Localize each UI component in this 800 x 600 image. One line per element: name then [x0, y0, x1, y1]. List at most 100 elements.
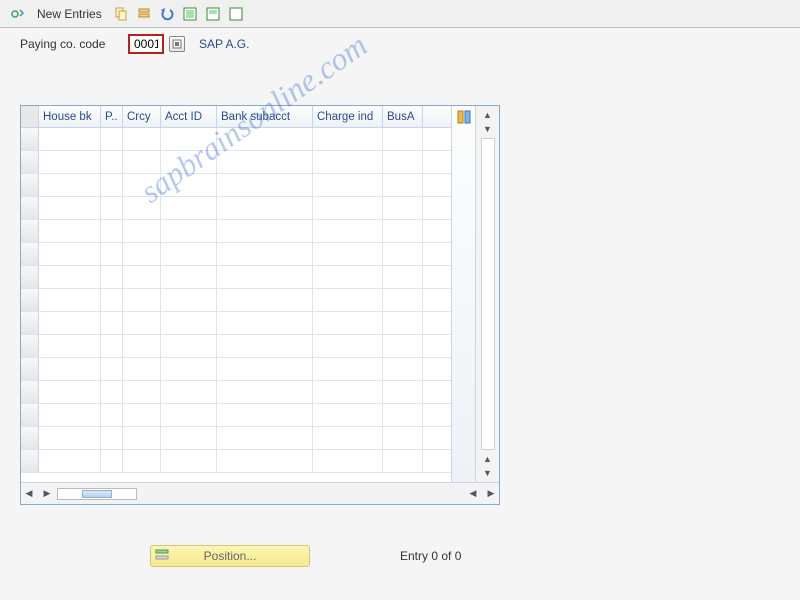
column-bank-subacct[interactable]: Bank subacct — [217, 106, 313, 127]
table-cell[interactable] — [161, 243, 217, 265]
table-cell[interactable] — [217, 289, 313, 311]
table-cell[interactable] — [383, 335, 423, 357]
table-cell[interactable] — [21, 266, 39, 288]
table-cell[interactable] — [313, 312, 383, 334]
table-cell[interactable] — [21, 335, 39, 357]
table-row[interactable] — [21, 381, 451, 404]
table-cell[interactable] — [101, 197, 123, 219]
scroll-down-step-icon[interactable]: ▼ — [480, 122, 496, 136]
table-cell[interactable] — [313, 381, 383, 403]
table-cell[interactable] — [39, 381, 101, 403]
table-cell[interactable] — [21, 404, 39, 426]
search-help-icon[interactable] — [169, 36, 185, 52]
table-cell[interactable] — [313, 243, 383, 265]
table-row[interactable] — [21, 312, 451, 335]
table-cell[interactable] — [313, 197, 383, 219]
table-row[interactable] — [21, 243, 451, 266]
table-cell[interactable] — [217, 427, 313, 449]
table-cell[interactable] — [39, 289, 101, 311]
table-cell[interactable] — [39, 450, 101, 472]
table-cell[interactable] — [39, 266, 101, 288]
column-p[interactable]: P.. — [101, 106, 123, 127]
table-cell[interactable] — [313, 358, 383, 380]
table-cell[interactable] — [383, 266, 423, 288]
table-cell[interactable] — [123, 450, 161, 472]
table-cell[interactable] — [21, 174, 39, 196]
table-cell[interactable] — [39, 174, 101, 196]
table-cell[interactable] — [123, 335, 161, 357]
table-cell[interactable] — [123, 266, 161, 288]
scroll-left-end-icon[interactable]: ◀ — [465, 487, 481, 501]
table-cell[interactable] — [313, 220, 383, 242]
table-cell[interactable] — [21, 381, 39, 403]
table-settings-icon[interactable] — [455, 108, 473, 126]
table-cell[interactable] — [383, 381, 423, 403]
table-cell[interactable] — [39, 243, 101, 265]
table-cell[interactable] — [383, 220, 423, 242]
table-cell[interactable] — [123, 312, 161, 334]
table-cell[interactable] — [383, 151, 423, 173]
vscroll-track[interactable] — [481, 138, 495, 450]
table-cell[interactable] — [161, 174, 217, 196]
table-cell[interactable] — [161, 358, 217, 380]
table-cell[interactable] — [101, 427, 123, 449]
table-cell[interactable] — [39, 427, 101, 449]
table-cell[interactable] — [39, 220, 101, 242]
table-cell[interactable] — [101, 312, 123, 334]
deselect-all-icon[interactable] — [226, 4, 246, 24]
table-cell[interactable] — [313, 289, 383, 311]
table-cell[interactable] — [383, 243, 423, 265]
hscroll-thumb[interactable] — [82, 490, 112, 498]
table-cell[interactable] — [313, 427, 383, 449]
vertical-scrollbar[interactable]: ▲ ▼ ▲ ▼ — [475, 106, 499, 482]
table-row[interactable] — [21, 220, 451, 243]
select-all-icon[interactable] — [180, 4, 200, 24]
table-cell[interactable] — [39, 335, 101, 357]
horizontal-scrollbar[interactable]: ◀ ▶ ◀ ▶ — [21, 482, 499, 504]
table-cell[interactable] — [39, 128, 101, 150]
column-house-bk[interactable]: House bk — [39, 106, 101, 127]
scroll-right-step-icon[interactable]: ▶ — [39, 487, 55, 501]
table-cell[interactable] — [123, 404, 161, 426]
table-cell[interactable] — [217, 358, 313, 380]
table-cell[interactable] — [123, 289, 161, 311]
column-charge-ind[interactable]: Charge ind — [313, 106, 383, 127]
table-cell[interactable] — [161, 289, 217, 311]
table-cell[interactable] — [161, 266, 217, 288]
table-cell[interactable] — [101, 174, 123, 196]
table-cell[interactable] — [101, 220, 123, 242]
table-cell[interactable] — [21, 427, 39, 449]
table-cell[interactable] — [21, 450, 39, 472]
table-cell[interactable] — [101, 335, 123, 357]
table-cell[interactable] — [161, 312, 217, 334]
delete-icon[interactable] — [134, 4, 154, 24]
table-cell[interactable] — [383, 358, 423, 380]
scroll-down-icon[interactable]: ▼ — [480, 466, 496, 480]
table-row[interactable] — [21, 404, 451, 427]
paying-co-code-input[interactable] — [128, 34, 164, 54]
new-entries-button[interactable]: New Entries — [31, 5, 108, 23]
table-cell[interactable] — [39, 197, 101, 219]
table-cell[interactable] — [383, 404, 423, 426]
scroll-right-end-icon[interactable]: ▶ — [483, 487, 499, 501]
table-cell[interactable] — [21, 128, 39, 150]
table-cell[interactable] — [161, 427, 217, 449]
table-cell[interactable] — [101, 358, 123, 380]
table-cell[interactable] — [123, 151, 161, 173]
table-cell[interactable] — [217, 128, 313, 150]
table-cell[interactable] — [101, 151, 123, 173]
table-cell[interactable] — [123, 358, 161, 380]
table-row[interactable] — [21, 151, 451, 174]
toggle-display-change-icon[interactable] — [8, 4, 28, 24]
hscroll-track[interactable] — [57, 488, 137, 500]
table-cell[interactable] — [217, 335, 313, 357]
table-cell[interactable] — [383, 427, 423, 449]
table-cell[interactable] — [217, 197, 313, 219]
table-row[interactable] — [21, 266, 451, 289]
copy-icon[interactable] — [111, 4, 131, 24]
table-cell[interactable] — [101, 404, 123, 426]
table-cell[interactable] — [101, 450, 123, 472]
table-cell[interactable] — [21, 151, 39, 173]
table-cell[interactable] — [123, 174, 161, 196]
table-cell[interactable] — [123, 243, 161, 265]
